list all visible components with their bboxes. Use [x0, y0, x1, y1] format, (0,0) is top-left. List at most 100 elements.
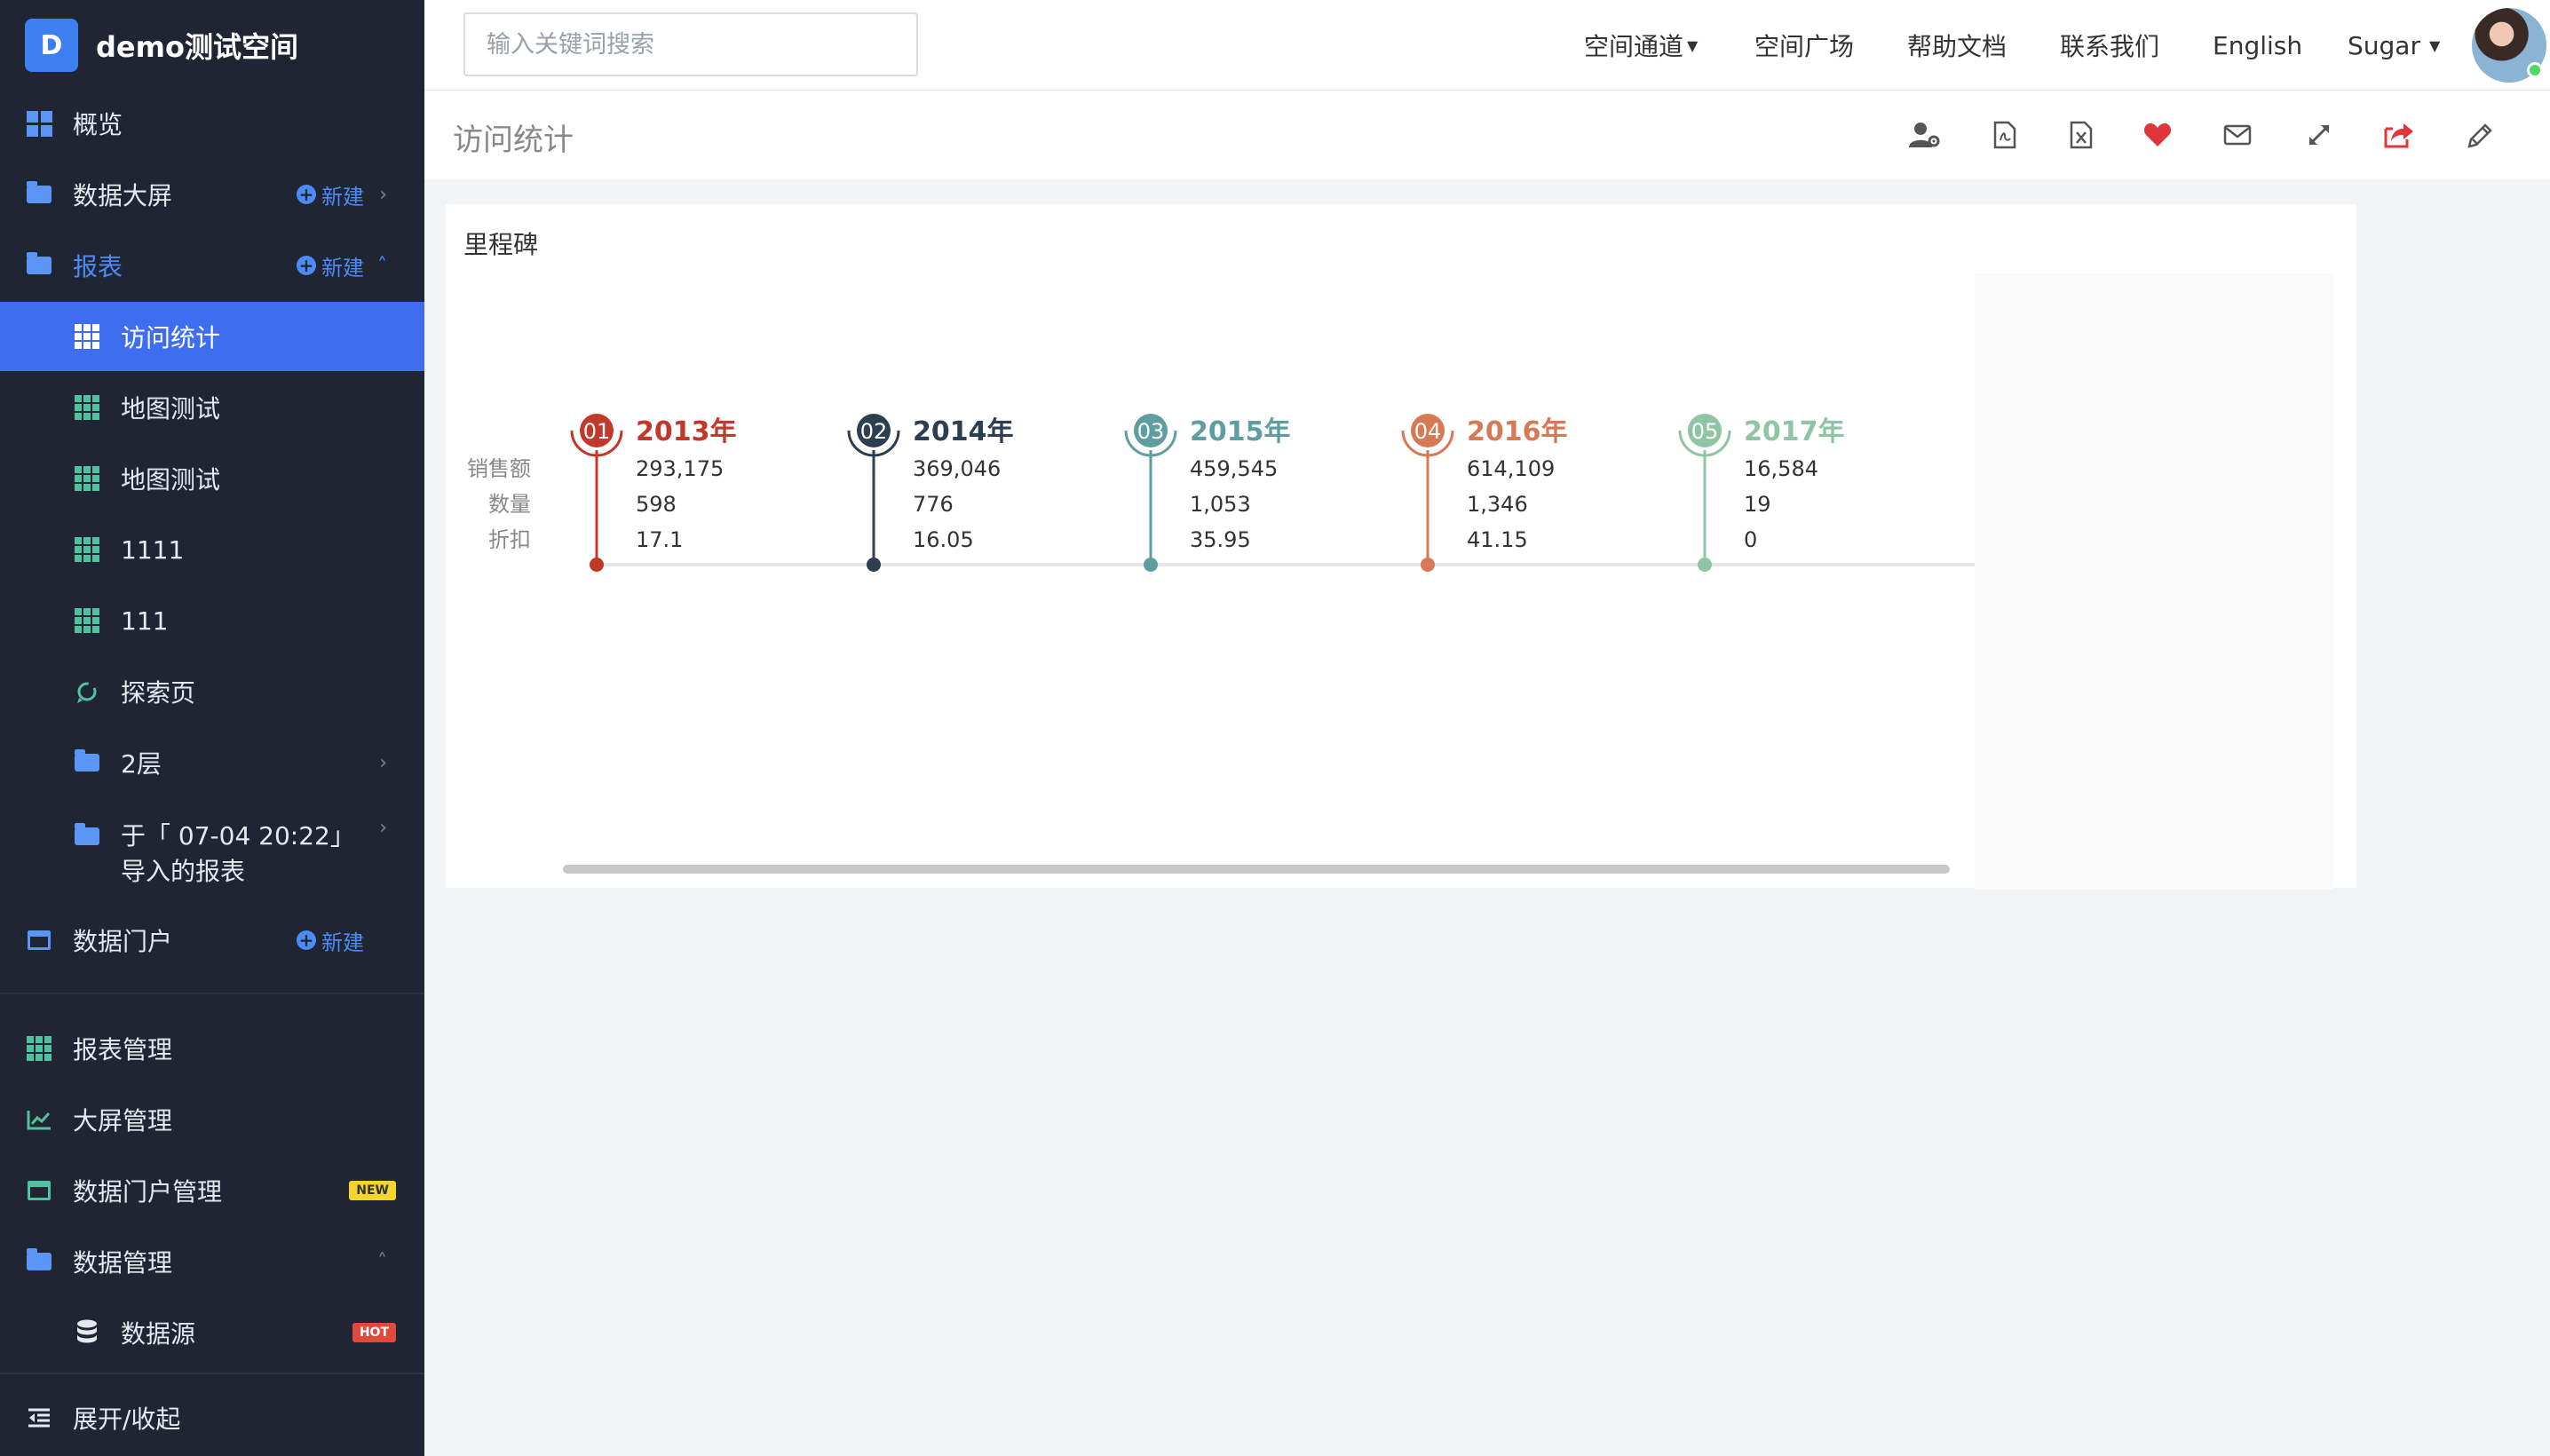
- workspace-logo: D: [25, 19, 78, 72]
- milestone-value: 35.95: [1190, 527, 1251, 552]
- sidebar-item-data-management[interactable]: 数据管理 ˄: [0, 1227, 424, 1296]
- sidebar-item-map-test[interactable]: 地图测试: [0, 373, 424, 442]
- milestone-value: 776: [913, 492, 954, 517]
- window-icon: [25, 1176, 53, 1205]
- user-settings-icon[interactable]: [1904, 114, 1946, 156]
- line-chart-icon: [25, 1105, 53, 1134]
- sidebar-item-111[interactable]: 111: [0, 586, 424, 655]
- chevron-up-icon[interactable]: ˄: [377, 255, 387, 277]
- brand[interactable]: D demo测试空间: [0, 0, 424, 91]
- page-title: 访问统计: [453, 123, 574, 158]
- milestone-index: 03: [1137, 419, 1165, 444]
- sidebar-divider: [0, 1373, 424, 1374]
- sidebar-item-label: 1111: [121, 534, 185, 565]
- milestone-index: 01: [583, 419, 611, 444]
- milestone-dot: [1144, 558, 1158, 572]
- sidebar-item-data-portal[interactable]: 数据门户 + 新建: [0, 906, 424, 975]
- folder-icon: [25, 180, 53, 209]
- horizontal-scrollbar[interactable]: [563, 865, 1950, 874]
- sidebar-item-label: 报表: [73, 252, 123, 281]
- sidebar-item-label: 数据门户管理: [73, 1177, 223, 1207]
- chevron-up-icon[interactable]: ˄: [377, 1251, 387, 1273]
- milestone-year: 2014年: [913, 416, 1014, 447]
- caret-down-icon: ▼: [2428, 36, 2441, 54]
- milestone-value: 614,109: [1467, 456, 1555, 481]
- sidebar-item-explore[interactable]: 探索页: [0, 657, 424, 726]
- new-data-screen-button[interactable]: + 新建: [297, 179, 364, 210]
- row-label: 销售额: [467, 456, 531, 481]
- milestone-dot: [1421, 558, 1435, 572]
- card-title: 里程碑: [463, 230, 539, 259]
- sidebar-item-portal-management[interactable]: 数据门户管理 NEW: [0, 1156, 424, 1225]
- milestone-value: 19: [1744, 492, 1771, 517]
- export-pdf-icon[interactable]: [1984, 114, 2026, 156]
- new-data-portal-button[interactable]: + 新建: [297, 925, 364, 956]
- milestone-value: 369,046: [913, 456, 1001, 481]
- export-excel-icon[interactable]: [2060, 114, 2103, 156]
- row-label: 折扣: [488, 527, 531, 552]
- fullscreen-icon[interactable]: [2298, 114, 2340, 156]
- nav-language-english[interactable]: English: [2213, 0, 2302, 91]
- database-icon: [73, 1318, 101, 1347]
- milestone-value: 598: [636, 492, 677, 517]
- mail-icon[interactable]: [2216, 114, 2259, 156]
- user-menu[interactable]: Sugar ▼: [2348, 0, 2440, 91]
- sidebar: D demo测试空间 概览 数据大屏 + 新建 › 报表 + 新建 ˄ 访问统计 地…: [0, 0, 424, 1456]
- sidebar-item-visit-stats[interactable]: 访问统计: [0, 302, 424, 371]
- sidebar-item-reports[interactable]: 报表 + 新建 ˄: [0, 231, 424, 300]
- milestone-dot: [590, 558, 604, 572]
- sidebar-collapse-toggle[interactable]: 展开/收起: [0, 1383, 424, 1452]
- table-grid-icon: [73, 322, 101, 351]
- plus-icon: +: [297, 185, 316, 204]
- milestone-index: 05: [1691, 419, 1719, 444]
- window-icon: [25, 926, 53, 954]
- chevron-right-icon[interactable]: ›: [379, 184, 387, 206]
- milestone-value: 16,584: [1744, 456, 1818, 481]
- page-header: 访问统计: [424, 91, 2550, 179]
- sidebar-item-layer2[interactable]: 2层 ›: [0, 728, 424, 797]
- milestone-year: 2016年: [1467, 416, 1568, 447]
- nav-space-square[interactable]: 空间广场: [1754, 0, 1854, 91]
- sidebar-item-label: 数据大屏: [73, 181, 173, 210]
- chevron-right-icon[interactable]: ›: [379, 752, 387, 774]
- sidebar-item-data-source[interactable]: 数据源 HOT: [0, 1298, 424, 1367]
- milestone-value: 1,053: [1190, 492, 1251, 517]
- folder-icon: [73, 822, 101, 851]
- new-report-button[interactable]: + 新建: [297, 250, 364, 281]
- chevron-right-icon[interactable]: ›: [379, 817, 387, 839]
- sidebar-item-screen-management[interactable]: 大屏管理: [0, 1085, 424, 1154]
- sidebar-item-label: 概览: [73, 110, 123, 139]
- sidebar-item-map-test-2[interactable]: 地图测试: [0, 444, 424, 513]
- folder-icon: [73, 748, 101, 777]
- sidebar-item-label: 数据源: [121, 1319, 196, 1349]
- sidebar-item-overview[interactable]: 概览: [0, 89, 424, 158]
- milestone-value: 16.05: [913, 527, 974, 552]
- edit-pencil-icon[interactable]: [2459, 114, 2502, 156]
- milestone-year: 2015年: [1190, 416, 1291, 447]
- sidebar-item-1111[interactable]: 1111: [0, 515, 424, 584]
- search-input[interactable]: [463, 12, 918, 76]
- new-badge: NEW: [349, 1181, 396, 1200]
- milestone-value: 293,175: [636, 456, 724, 481]
- nav-space-channel[interactable]: 空间通道 ▼: [1584, 0, 1698, 91]
- sidebar-item-label: 数据管理: [73, 1248, 173, 1278]
- sidebar-item-data-screen[interactable]: 数据大屏 + 新建 ›: [0, 160, 424, 229]
- milestone-dot: [1698, 558, 1712, 572]
- nav-contact-us[interactable]: 联系我们: [2060, 0, 2159, 91]
- card-side-panel: [1975, 273, 2333, 890]
- plus-icon: +: [297, 256, 316, 275]
- explore-icon: [73, 677, 101, 706]
- share-icon[interactable]: [2378, 114, 2420, 156]
- table-grid-icon: [73, 535, 101, 564]
- milestone-index: 02: [860, 419, 888, 444]
- milestone-dot: [867, 558, 881, 572]
- folder-icon: [25, 251, 53, 280]
- dashboard-grid-icon: [25, 109, 53, 138]
- favorite-heart-icon[interactable]: [2136, 114, 2179, 156]
- table-grid-icon: [25, 1034, 53, 1063]
- nav-help-docs[interactable]: 帮助文档: [1907, 0, 2007, 91]
- sidebar-item-imported-report[interactable]: 于「 07-04 20:22」 导入的报表 ›: [0, 799, 424, 888]
- sidebar-item-report-management[interactable]: 报表管理: [0, 1014, 424, 1083]
- milestone-value: 41.15: [1467, 527, 1528, 552]
- milestone-value: 17.1: [636, 527, 683, 552]
